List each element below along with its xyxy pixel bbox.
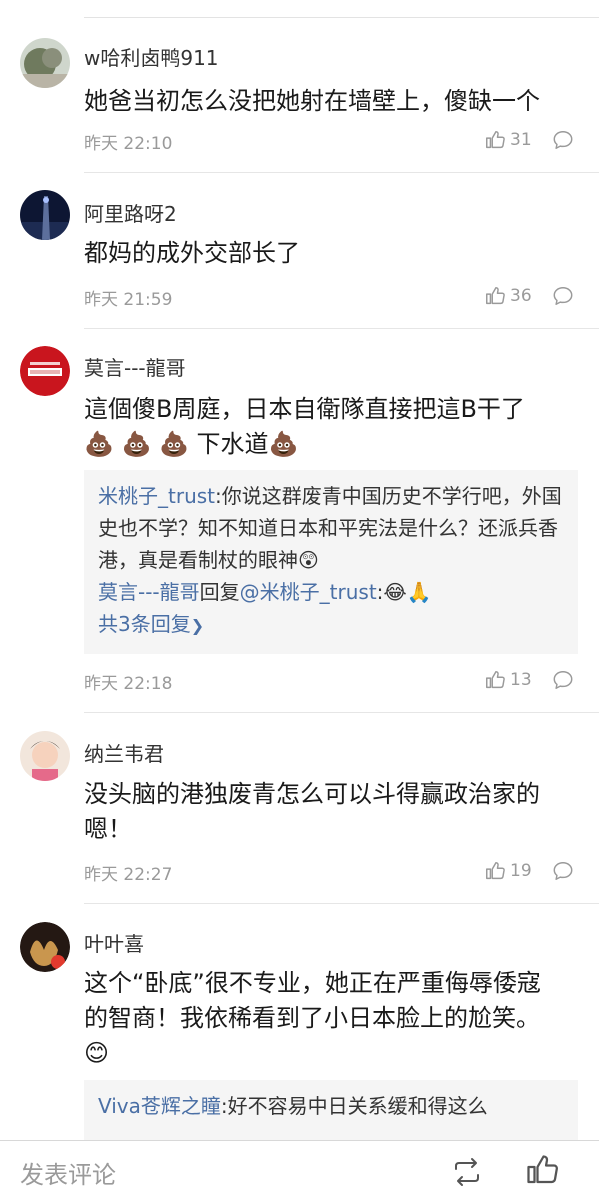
divider <box>84 328 599 329</box>
reply-bubble-icon[interactable] <box>552 285 574 307</box>
reply-bubble-icon[interactable] <box>552 860 574 882</box>
comment-text-line: 嗯！ <box>84 815 132 843</box>
comment-text: 都妈的成外交部长了 <box>84 239 300 267</box>
username[interactable]: 叶叶喜 <box>84 928 144 957</box>
reply-username[interactable]: Viva苍辉之瞳 <box>98 1094 221 1118</box>
like-count: 36 <box>510 286 532 306</box>
reply-box[interactable]: 米桃子_trust:你说这群废青中国历史不学行吧，外国史也不学？知不知道日本和平… <box>84 470 578 654</box>
username[interactable]: 纳兰韦君 <box>84 738 164 767</box>
divider <box>84 903 599 904</box>
comment-time: 昨天 22:18 <box>84 674 173 694</box>
like-button[interactable]: 13 <box>484 669 532 691</box>
reply-username[interactable]: 米桃子_trust <box>98 484 215 508</box>
like-count: 31 <box>510 130 532 150</box>
comment-text-line: 没头脑的港独废青怎么可以斗得赢政治家的 <box>84 780 540 808</box>
reply-item: Viva苍辉之瞳:好不容易中日关系缓和得这么 <box>98 1090 564 1122</box>
thumbs-up-icon <box>486 671 505 689</box>
avatar[interactable] <box>20 38 70 88</box>
comment-text-line: 这个“卧底”很不专业，她正在严重侮辱倭寇 <box>84 969 541 997</box>
username[interactable]: 莫言---龍哥 <box>84 352 186 381</box>
thumbs-up-icon <box>486 131 505 149</box>
reply-text: :好不容易中日关系缓和得这么 <box>220 1094 488 1118</box>
comment-time: 昨天 22:10 <box>84 134 173 154</box>
comment-input[interactable]: 发表评论 <box>20 1155 116 1190</box>
shocked-emoji: 😲 <box>298 548 319 572</box>
avatar[interactable] <box>20 731 70 781</box>
poop-emoji: 💩 <box>268 430 299 458</box>
comment-text-line: 這個傻B周庭，日本自衛隊直接把這B干了 <box>84 395 525 423</box>
divider <box>84 712 599 713</box>
comment-text-line: 💩 💩 💩 下水道💩 <box>84 427 584 462</box>
reply-bubble-icon[interactable] <box>552 669 574 691</box>
thumbs-up-icon[interactable] <box>524 1152 560 1188</box>
comment-text: 這個傻B周庭，日本自衛隊直接把這B干了 💩 💩 💩 下水道💩 <box>84 392 584 462</box>
top-divider <box>84 17 599 18</box>
comment-text: 没头脑的港独废青怎么可以斗得赢政治家的 嗯！ <box>84 777 584 847</box>
comment-text: 这个“卧底”很不专业，她正在严重侮辱倭寇 的智商！我依稀看到了小日本脸上的尬笑。… <box>84 966 584 1071</box>
like-button[interactable]: 36 <box>484 285 532 307</box>
avatar[interactable] <box>20 346 70 396</box>
like-button[interactable]: 31 <box>484 129 532 151</box>
poop-emoji: 💩 💩 💩 <box>84 430 189 458</box>
comment-time: 昨天 21:59 <box>84 290 173 310</box>
bottom-action-bar: 发表评论 <box>0 1140 599 1201</box>
smile-emoji: 😊 <box>84 1039 110 1067</box>
comment-text-word: 下水道 <box>196 430 269 458</box>
repost-icon[interactable] <box>450 1155 484 1189</box>
like-count: 19 <box>510 861 532 881</box>
avatar[interactable] <box>20 922 70 972</box>
reply-mention[interactable]: @米桃子_trust <box>240 580 377 604</box>
reply-username[interactable]: 莫言---龍哥 <box>98 580 200 604</box>
like-count: 13 <box>510 670 532 690</box>
avatar[interactable] <box>20 190 70 240</box>
thumbs-up-icon <box>486 287 505 305</box>
reply-verb: 回复 <box>199 580 240 604</box>
reply-item: 米桃子_trust:你说这群废青中国历史不学行吧，外国史也不学？知不知道日本和平… <box>98 480 564 576</box>
reply-bubble-icon[interactable] <box>552 129 574 151</box>
thumbs-up-icon <box>486 862 505 880</box>
reply-item: 莫言---龍哥回复@米桃子_trust:😂🙏 <box>98 576 564 608</box>
chevron-right-icon: ❯ <box>190 616 205 635</box>
username[interactable]: 阿里路呀2 <box>84 198 177 227</box>
comment-text: 她爸当初怎么没把她射在墙壁上，傻缺一个 <box>84 87 540 115</box>
divider <box>84 172 599 173</box>
more-replies-label: 共3条回复 <box>98 612 191 636</box>
reply-text: :😂🙏 <box>376 580 432 604</box>
comment-text-line: 的智商！我依稀看到了小日本脸上的尬笑。 <box>84 1004 540 1032</box>
like-button[interactable]: 19 <box>484 860 532 882</box>
username[interactable]: w哈利卤鸭911 <box>84 42 219 71</box>
more-replies-link[interactable]: 共3条回复❯ <box>98 608 564 642</box>
comment-time: 昨天 22:27 <box>84 865 173 885</box>
